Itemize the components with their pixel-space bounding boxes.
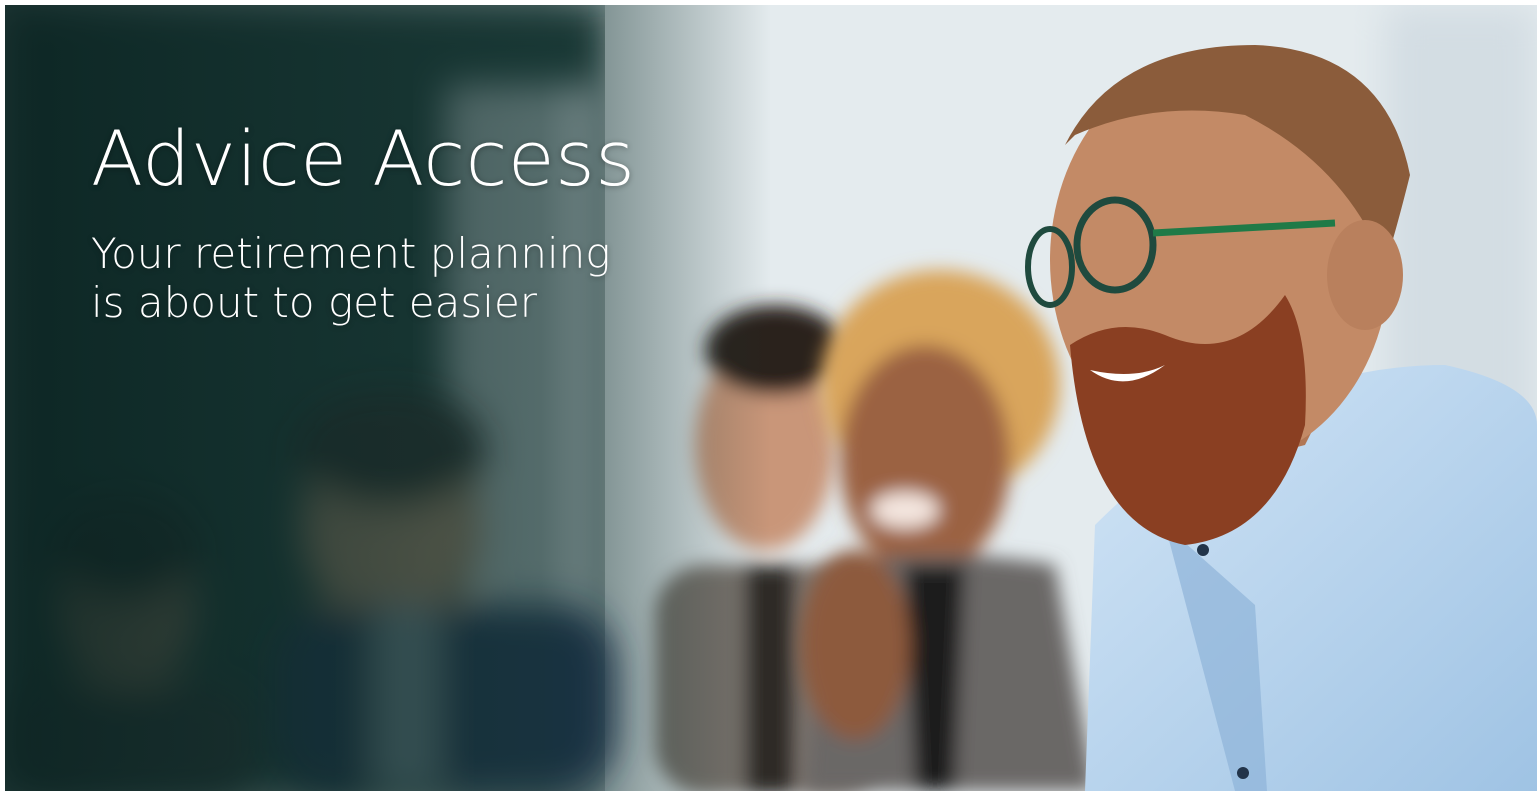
page-title: Advice Access <box>91 114 636 203</box>
subtitle-line-2: is about to get easier <box>91 278 538 328</box>
hero-text-block: Advice Access Your retirement planning i… <box>91 117 651 328</box>
hero-subtitle: Your retirement planning is about to get… <box>91 229 651 328</box>
hero-banner: Advice Access Your retirement planning i… <box>5 5 1537 791</box>
subtitle-line-1: Your retirement planning <box>91 228 611 278</box>
